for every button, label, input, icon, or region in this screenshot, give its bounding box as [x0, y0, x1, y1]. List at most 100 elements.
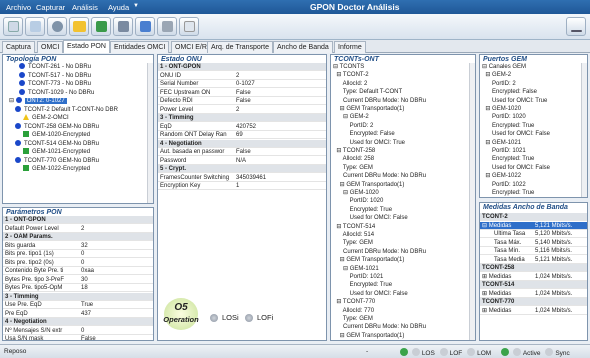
tree-node[interactable]: Encrypted: True [482, 189, 534, 197]
open-button[interactable] [25, 17, 45, 36]
property-row[interactable]: Bytes Pre. tipo5-OpM 18 [3, 284, 153, 292]
tree-node[interactable]: Used for OMCI: False [333, 214, 408, 222]
bandwidth-row[interactable]: ⊟ Medidas 5,121 Mbits/s. [480, 221, 587, 230]
tree-node[interactable]: ⊟ TCONT-770 [333, 298, 375, 306]
tree-node[interactable]: PortID: 1020 [333, 197, 384, 205]
tree-node[interactable]: Encrypted: True [333, 281, 392, 289]
tree-node[interactable]: AllocId: 258 [333, 155, 374, 163]
property-row[interactable]: Bits pre. tipo2 (0s) 0 [3, 259, 153, 267]
tree-node[interactable]: Type: Default T-CONT [333, 88, 402, 96]
tree-node[interactable]: ⊟ GEM-1020 [333, 189, 379, 197]
bandwidth-row[interactable]: ⊞ Medidas 1,024 Mbits/s. [480, 273, 587, 281]
property-row[interactable]: Aut. basada en passwor False [158, 148, 326, 156]
property-row[interactable]: Serial Number 0-1027 [158, 80, 326, 88]
tcont-header[interactable]: TCONT-258 [480, 264, 587, 272]
tree-node[interactable]: Type: GEM [333, 164, 373, 172]
property-row[interactable]: Bytes Pre. tipo 3-PreF 30 [3, 276, 153, 284]
topology-item[interactable]: TCONT-773 - No DBRu [19, 80, 91, 88]
topology-item[interactable]: GEM-1021-Encrypted [23, 148, 90, 156]
property-row[interactable]: Random ONT Delay Ran 69 [158, 131, 326, 139]
tree-node[interactable]: PortID: 1022 [482, 181, 526, 189]
bandwidth-row[interactable]: ⊞ Medidas 1,024 Mbits/s. [480, 290, 587, 298]
tree-node[interactable]: PortID: 2 [333, 122, 374, 130]
property-row[interactable]: Use Pre. EqD True [3, 301, 153, 309]
gpon-button[interactable] [69, 17, 89, 36]
property-row[interactable]: Power Level 2 [158, 106, 326, 114]
tree-node[interactable]: AllocId: 770 [333, 307, 374, 315]
property-category[interactable]: 3 - Timming [158, 114, 326, 122]
bandwidth-row[interactable]: Última Tasa 5,120 Mbits/s. [480, 230, 587, 238]
tree-node[interactable]: ⊟ TCONT-514 [333, 223, 375, 231]
tree-node[interactable]: Encrypted: True [482, 122, 534, 130]
topology-item[interactable]: TCONT-514 GEM-No DBRu [15, 139, 99, 148]
tree-node[interactable]: ⊟ GEM-1020 [482, 105, 521, 113]
tree-node[interactable]: ⊟ TCONTS [333, 63, 364, 71]
tree-node[interactable]: Used for OMCI: False [333, 290, 408, 298]
tree-node[interactable]: ⊟ GEM Transportado(1) [333, 332, 405, 340]
tree-node[interactable]: AllocId: 2 [333, 80, 368, 88]
tree-node[interactable]: ⊟ GEM-1022 [482, 172, 521, 180]
info-button[interactable] [179, 17, 199, 36]
bandwidth-row[interactable]: ⊞ Medidas 1,024 Mbits/s. [480, 307, 587, 315]
property-row[interactable]: FEC Upstream ON False [158, 89, 326, 97]
tab-ancho-banda[interactable]: Ancho de Banda [273, 41, 333, 53]
tree-node[interactable]: ⊟ GEM-1021 [482, 139, 521, 147]
tree-node[interactable]: Encrypted: False [333, 130, 395, 138]
tcont-header[interactable]: TCONT-2 [480, 213, 587, 221]
tree-node[interactable]: Current DBRu Mode: No DBRu [333, 172, 426, 180]
tree-node[interactable]: PortID: 1020 [482, 113, 526, 121]
topology-item[interactable]: TCONT-1029 - No DBRu [19, 88, 94, 97]
property-row[interactable]: Bits guarda 32 [3, 242, 153, 250]
menu-capturar[interactable]: Capturar [36, 3, 65, 12]
topology-item[interactable]: GEM-1020-Encrypted [23, 131, 90, 139]
property-category[interactable]: 5 - Crypt. [158, 165, 326, 173]
minimize-button[interactable] [566, 17, 586, 36]
property-row[interactable]: Password N/A [158, 157, 326, 165]
tree-node[interactable]: Current DBRu Mode: No DBRu [333, 323, 426, 331]
tree-node[interactable]: Encrypted: True [482, 155, 534, 163]
puertos-scrollbar[interactable] [581, 63, 587, 197]
tab-omci[interactable]: OMCI [37, 41, 64, 53]
tree-node[interactable]: Encrypted: True [333, 206, 392, 214]
chart-button[interactable] [135, 17, 155, 36]
tree-node[interactable]: ⊟ GEM-1021 [333, 265, 379, 273]
topology-item[interactable]: TCONT-517 - No DBRu [19, 71, 91, 80]
bandwidth-row[interactable]: Tasa Máx. 5,140 Mbits/s. [480, 239, 587, 247]
menu-archivo[interactable]: Archivo [6, 3, 31, 12]
tree-node[interactable]: Used for OMCI: True [333, 139, 405, 147]
topology-item[interactable]: TCONT-261 - No DBRu [19, 63, 91, 71]
tree-node[interactable]: ⊟ GEM Transportado(1) [333, 256, 405, 264]
property-category[interactable]: 1 - ONT-GPON [3, 216, 153, 224]
settings-button[interactable] [47, 17, 67, 36]
property-row[interactable]: Pre EqD 437 [3, 310, 153, 318]
tree-node[interactable]: Current DBRu Mode: No DBRu [333, 97, 426, 105]
property-row[interactable]: Bits pre. tipo1 (1s) 0 [3, 250, 153, 258]
menu-ayuda[interactable]: Ayuda [108, 3, 129, 12]
capture-button[interactable] [91, 17, 111, 36]
property-row[interactable]: Usa S/N mask False [3, 335, 153, 340]
tree-node[interactable]: ⊟ Canales GEM [482, 63, 526, 71]
property-category[interactable]: 3 - Timming [3, 292, 153, 301]
topology-item[interactable]: GEM-2-OMCI [23, 114, 69, 122]
stop-button[interactable] [113, 17, 133, 36]
tab-captura[interactable]: Captura [2, 41, 35, 53]
tab-entidades-omci[interactable]: Entidades OMCI [110, 41, 170, 53]
tree-node[interactable]: Current DBRu Mode: No DBRu [333, 248, 426, 256]
tree-node[interactable]: Used for OMCI: False [482, 130, 550, 138]
tree-node[interactable]: ⊟ GEM Transportado(1) [333, 181, 405, 189]
tree-node[interactable]: ⊟ GEM-2 [333, 113, 369, 121]
tree-node[interactable]: ⊟ TCONT-258 [333, 147, 375, 155]
tree-node[interactable]: Encrypted: False [482, 88, 537, 96]
topology-item[interactable]: ⊟ ONT2: 0-1027 [9, 97, 67, 105]
topology-item[interactable]: TCONT-258 GEM-No DBRu [15, 122, 99, 131]
tree-node[interactable]: Used for OMCI: False [482, 164, 550, 172]
topology-item[interactable]: TCONT-770 GEM-No DBRu [15, 156, 99, 165]
topology-item[interactable]: GEM-1022-Encrypted [23, 165, 90, 173]
property-row[interactable]: ONU ID 2 [158, 72, 326, 80]
property-row[interactable]: FramesCounter Switching 345039461 [158, 174, 326, 182]
topology-item[interactable]: TCONT-2 Default T-CONT-No DBR [15, 105, 118, 114]
property-category[interactable]: 4 - Negotiation [3, 318, 153, 326]
expand-icon[interactable]: ⊟ [9, 98, 16, 104]
tcont-header[interactable]: TCONT-514 [480, 281, 587, 289]
tree-node[interactable]: Type: GEM [333, 315, 373, 323]
